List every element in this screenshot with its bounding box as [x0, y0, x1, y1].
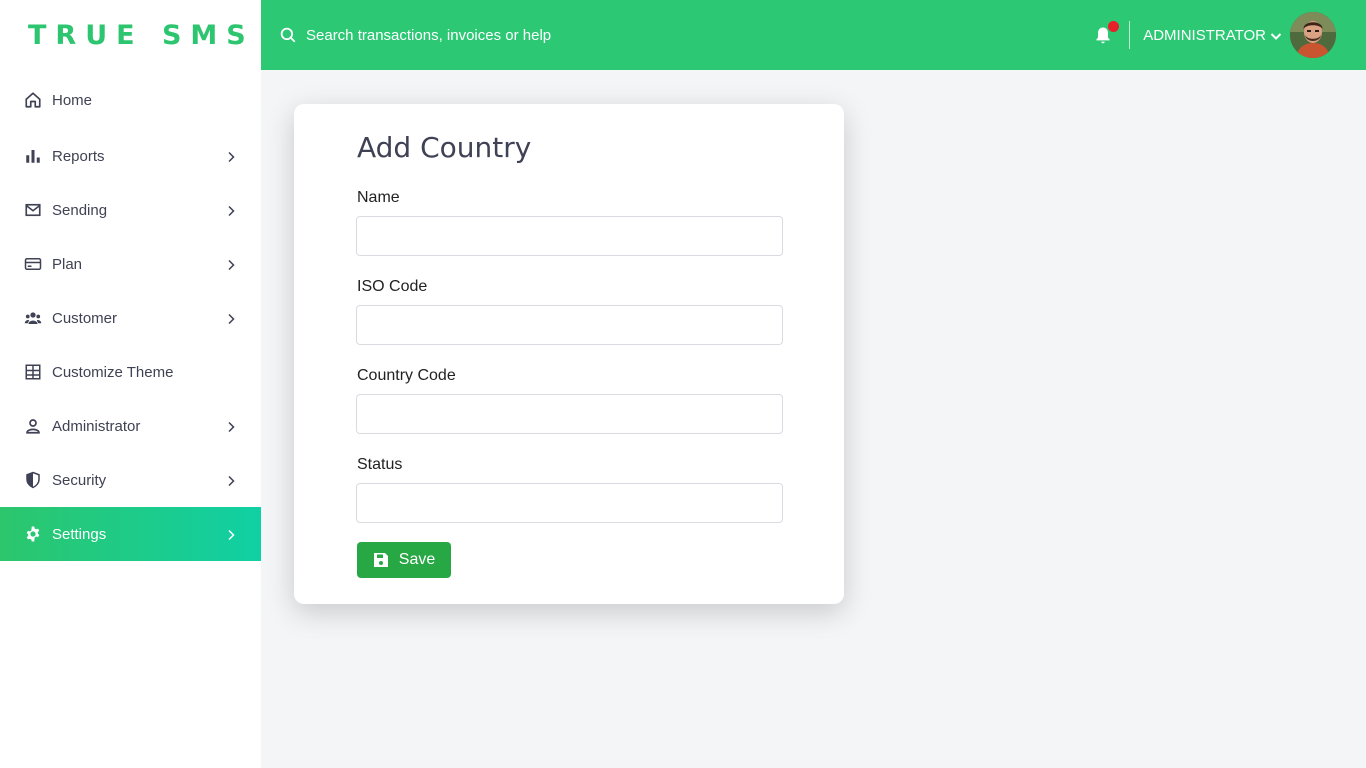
- user-name: ADMINISTRATOR: [1143, 26, 1266, 44]
- status-field[interactable]: [356, 483, 783, 523]
- bar-chart-icon: [24, 147, 42, 165]
- sidebar-item-label: Sending: [52, 201, 108, 219]
- chevron-right-icon: [225, 258, 237, 271]
- sidebar-item-label: Security: [52, 471, 107, 489]
- save-button-label: Save: [398, 551, 436, 568]
- add-country-card: Add Country Name ISO Code Country Code S…: [294, 104, 844, 604]
- sidebar-item-customize-theme[interactable]: Customize Theme: [0, 345, 261, 399]
- avatar[interactable]: [1290, 12, 1336, 58]
- chevron-right-icon: [225, 204, 237, 217]
- sidebar-item-plan[interactable]: Plan: [0, 237, 261, 291]
- topbar: ADMINISTRATOR: [261, 0, 1366, 70]
- user-icon: [24, 417, 42, 435]
- sidebar-item-home[interactable]: Home: [0, 71, 261, 129]
- name-field[interactable]: [356, 216, 783, 256]
- topbar-right: ADMINISTRATOR: [1093, 0, 1336, 70]
- chevron-right-icon: [225, 528, 237, 541]
- credit-card-icon: [24, 255, 42, 273]
- country-code-label: Country Code: [357, 367, 456, 384]
- iso-code-label: ISO Code: [357, 278, 428, 295]
- country-code-field[interactable]: [356, 394, 783, 434]
- topbar-divider: [1129, 21, 1131, 49]
- home-icon: [24, 91, 42, 109]
- sidebar-item-reports[interactable]: Reports: [0, 129, 261, 183]
- sidebar-nav: Home Reports Sending Plan Customer Custo…: [0, 71, 261, 561]
- sidebar-item-label: Home: [52, 91, 93, 109]
- name-label: Name: [357, 189, 400, 206]
- sidebar-item-label: Customize Theme: [52, 363, 174, 381]
- sidebar-item-sending[interactable]: Sending: [0, 183, 261, 237]
- shield-icon: [24, 471, 42, 489]
- search-bar: [279, 26, 706, 44]
- sidebar-item-label: Customer: [52, 309, 118, 327]
- notification-dot: [1108, 21, 1120, 32]
- notification-bell-icon[interactable]: [1093, 21, 1120, 45]
- iso-code-field[interactable]: [356, 305, 783, 345]
- sidebar-item-administrator[interactable]: Administrator: [0, 399, 261, 453]
- brand-logo[interactable]: TRUE SMS: [0, 0, 261, 70]
- chevron-right-icon: [225, 312, 237, 325]
- chevron-right-icon: [225, 474, 237, 487]
- sidebar-item-security[interactable]: Security: [0, 453, 261, 507]
- save-button[interactable]: Save: [357, 542, 451, 578]
- sidebar-item-settings[interactable]: Settings: [0, 507, 261, 561]
- floppy-disk-icon: [373, 552, 389, 568]
- envelope-icon: [24, 201, 42, 219]
- grid-icon: [24, 363, 42, 381]
- chevron-right-icon: [225, 420, 237, 433]
- sidebar-item-label: Settings: [52, 525, 107, 543]
- search-icon[interactable]: [279, 26, 297, 44]
- sidebar-item-label: Reports: [52, 147, 105, 165]
- gear-icon: [24, 525, 42, 543]
- sidebar-item-label: Administrator: [52, 417, 141, 435]
- status-label: Status: [357, 456, 403, 473]
- sidebar: TRUE SMS Home Reports Sending Plan Custo…: [0, 0, 261, 768]
- search-input[interactable]: [306, 26, 706, 44]
- page-title: Add Country: [357, 131, 532, 164]
- chevron-right-icon: [225, 150, 237, 163]
- chevron-down-icon: [1270, 29, 1282, 41]
- user-menu[interactable]: ADMINISTRATOR: [1143, 12, 1336, 58]
- users-icon: [24, 309, 42, 327]
- sidebar-item-customer[interactable]: Customer: [0, 291, 261, 345]
- sidebar-item-label: Plan: [52, 255, 83, 273]
